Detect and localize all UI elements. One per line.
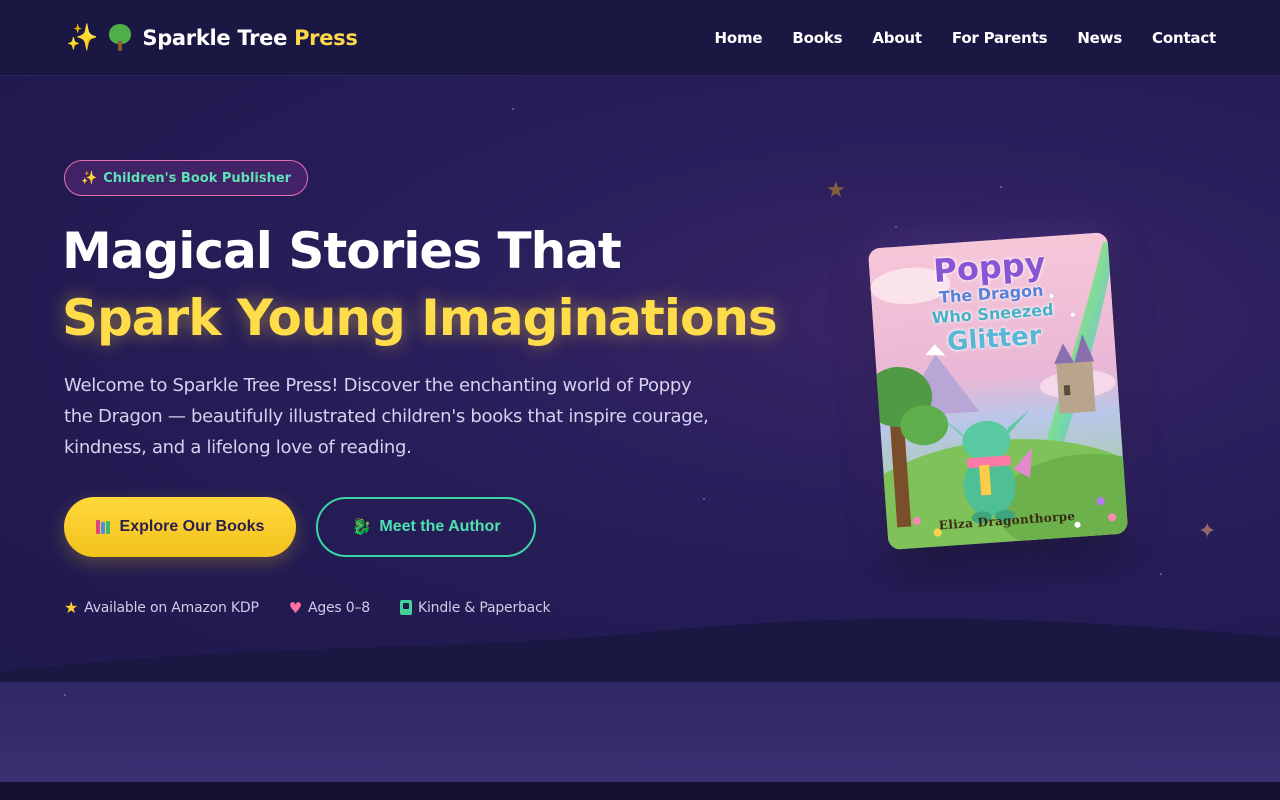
star-dot (512, 108, 514, 110)
star-dot (64, 694, 66, 696)
tree-icon (108, 23, 132, 52)
star-dot (1160, 573, 1162, 575)
hero-section: ★ ✦ ✨ Children's Book Publisher Magical … (0, 76, 1280, 682)
brand-name-main: Sparkle Tree (142, 25, 288, 50)
sparkle-icon: ✨ (66, 22, 99, 53)
nav-link-about[interactable]: About (872, 29, 922, 47)
publisher-badge: ✨ Children's Book Publisher (64, 160, 309, 196)
book-title: Poppy The Dragon Who Sneezed Glitter (868, 242, 1115, 362)
meet-author-button[interactable]: 🐉 Meet the Author (316, 497, 536, 557)
nav-link-books[interactable]: Books (792, 29, 842, 47)
main-nav: Home Books About For Parents News Contac… (715, 29, 1217, 47)
brand-icons: ✨ (66, 22, 132, 53)
brand-name-accent: Press (294, 25, 358, 50)
explore-books-button[interactable]: Explore Our Books (64, 497, 296, 557)
decor-star-icon: ★ (826, 178, 846, 203)
sparkle-icon: ✨ (81, 170, 98, 186)
bottom-strip (0, 782, 1280, 800)
star-dot (703, 498, 705, 500)
book-cover-image[interactable]: Poppy The Dragon Who Sneezed Glitter Eli… (867, 231, 1129, 551)
next-section (0, 682, 1280, 782)
meet-author-label: Meet the Author (379, 518, 501, 535)
decor-sparkle-icon: ✦ (1198, 519, 1217, 544)
nav-link-news[interactable]: News (1077, 29, 1122, 47)
explore-books-label: Explore Our Books (119, 518, 265, 535)
star-dot (1000, 186, 1002, 188)
hero-headline-line2: Spark Young Imaginations (62, 289, 778, 347)
dragon-icon: 🐉 (351, 519, 372, 536)
nav-link-contact[interactable]: Contact (1152, 29, 1216, 47)
brand-name: Sparkle Tree Press (142, 26, 357, 50)
site-header: ✨ Sparkle Tree Press Home Books About Fo… (0, 0, 1280, 76)
nav-link-for-parents[interactable]: For Parents (952, 29, 1048, 47)
brand-logo[interactable]: ✨ Sparkle Tree Press (66, 22, 358, 53)
nav-link-home[interactable]: Home (715, 29, 763, 47)
hero-wave-divider (0, 618, 1280, 682)
star-dot (895, 226, 897, 228)
hero-headline-line1: Magical Stories That (62, 222, 622, 280)
hero-description: Welcome to Sparkle Tree Press! Discover … (64, 375, 709, 458)
badge-label: Children's Book Publisher (103, 170, 292, 186)
books-icon (95, 520, 112, 534)
